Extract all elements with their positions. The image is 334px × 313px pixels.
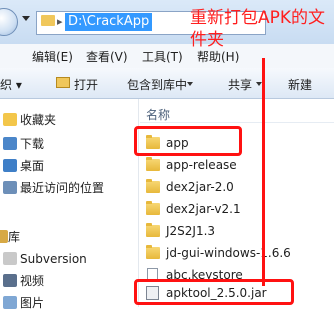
folder-icon xyxy=(146,179,160,193)
download-icon xyxy=(3,137,17,150)
chevron-down-icon xyxy=(187,82,193,86)
highlight-box-app xyxy=(134,126,242,156)
organize-button[interactable]: 织 ▾ xyxy=(0,76,22,93)
nav-label: Subversion xyxy=(20,252,87,266)
nav-downloads[interactable]: 下载 xyxy=(0,134,138,154)
nav-label: 桌面 xyxy=(20,159,45,173)
subversion-icon xyxy=(3,252,17,265)
new-folder-button[interactable]: 新建 xyxy=(288,76,312,93)
column-header-name[interactable]: 名称 xyxy=(146,106,170,123)
divider xyxy=(140,122,334,123)
menu-edit[interactable]: 编辑(E) xyxy=(32,48,73,65)
nav-library[interactable]: 库 xyxy=(0,227,138,247)
nav-label: 库 xyxy=(8,230,21,244)
nav-label: 最近访问的位置 xyxy=(20,181,105,195)
star-icon xyxy=(3,113,17,126)
menu-view[interactable]: 查看(V) xyxy=(86,48,128,65)
menu-tools[interactable]: 工具(T) xyxy=(142,48,183,65)
file-name: dex2jar-v2.1 xyxy=(166,202,241,216)
folder-icon xyxy=(146,157,160,171)
nav-label: 收藏夹 xyxy=(20,113,57,127)
nav-label: 下载 xyxy=(20,137,45,151)
annotation-line xyxy=(262,58,265,286)
include-in-library-button[interactable]: 包含到库中 xyxy=(127,76,187,93)
nav-recent[interactable]: 最近访问的位置 xyxy=(0,178,138,198)
annotation-text: 重新打包APK的文件夹 xyxy=(190,8,326,50)
folder-icon xyxy=(146,201,160,215)
navigation-pane: 收藏夹 下载 桌面 最近访问的位置 库 Subversion 视频 图片 xyxy=(0,99,139,310)
nav-subversion[interactable]: Subversion xyxy=(0,249,138,269)
nav-videos[interactable]: 视频 xyxy=(0,271,138,291)
chevron-down-icon[interactable] xyxy=(22,16,30,21)
video-icon xyxy=(3,274,17,287)
folder-icon xyxy=(146,245,160,259)
file-name: jd-gui-windows-1.6.6 xyxy=(166,246,291,260)
file-name: app-release xyxy=(166,158,237,172)
folder-icon xyxy=(146,223,160,237)
nav-pictures[interactable]: 图片 xyxy=(0,293,138,313)
open-button[interactable]: 打开 xyxy=(74,76,98,93)
nav-label: 图片 xyxy=(20,296,45,310)
picture-icon xyxy=(3,296,17,309)
recent-places-icon xyxy=(3,181,17,194)
highlight-box-apktool xyxy=(134,279,294,305)
path-separator: ▸ xyxy=(57,15,63,28)
nav-label: 视频 xyxy=(20,274,45,288)
address-path[interactable]: D:\CrackApp xyxy=(65,13,153,31)
library-icon xyxy=(0,230,8,243)
folder-icon xyxy=(41,15,55,26)
file-name: dex2jar-2.0 xyxy=(166,180,234,194)
nav-desktop[interactable]: 桌面 xyxy=(0,156,138,176)
folder-open-icon xyxy=(56,77,70,88)
nav-favorites[interactable]: 收藏夹 xyxy=(0,110,138,130)
share-button[interactable]: 共享 xyxy=(228,76,252,93)
file-name: J2S2J1.3 xyxy=(166,224,216,238)
desktop-icon xyxy=(3,159,17,172)
